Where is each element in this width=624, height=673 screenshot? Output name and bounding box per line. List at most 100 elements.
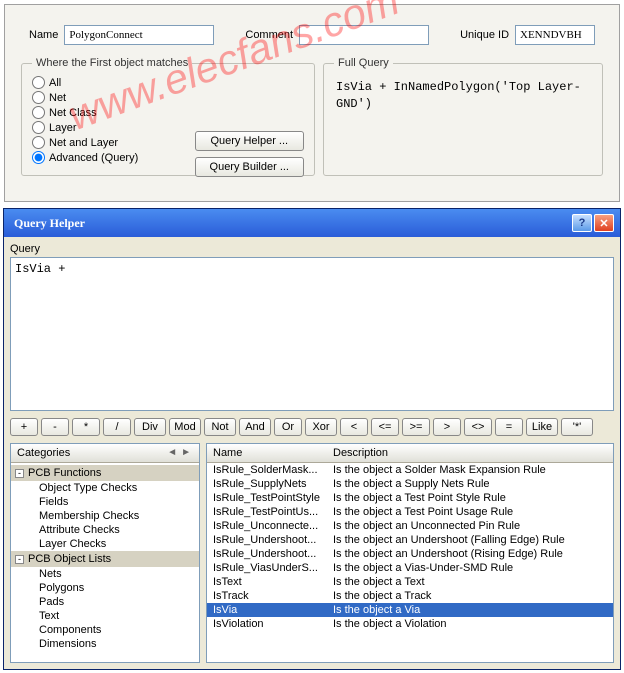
op-button-[interactable]: < [340, 418, 368, 436]
categories-pane: Categories ◄ ► -PCB FunctionsObject Type… [10, 443, 200, 663]
table-row[interactable]: IsRule_ViasUnderS...Is the object a Vias… [207, 561, 613, 575]
cell-desc: Is the object a Via [333, 604, 607, 616]
op-button-[interactable]: + [10, 418, 38, 436]
cell-name: IsRule_ViasUnderS... [213, 562, 333, 574]
dialog-title: Query Helper [14, 216, 85, 231]
tree-group-label: PCB Functions [28, 467, 101, 479]
tree-item[interactable]: Text [11, 609, 199, 623]
query-label: Query [10, 243, 614, 255]
tree-item[interactable]: Components [11, 623, 199, 637]
full-query-legend: Full Query [334, 57, 393, 69]
tree-item[interactable]: Pads [11, 595, 199, 609]
cell-name: IsRule_Undershoot... [213, 534, 333, 546]
table-row[interactable]: IsViolationIs the object a Violation [207, 617, 613, 631]
close-icon[interactable]: ✕ [594, 214, 614, 232]
cell-desc: Is the object a Track [333, 590, 607, 602]
op-button-[interactable]: <> [464, 418, 492, 436]
op-button-[interactable]: = [495, 418, 523, 436]
cell-name: IsRule_Undershoot... [213, 548, 333, 560]
categories-header: Categories [17, 447, 70, 459]
scroll-left-icon[interactable]: ◄ [165, 447, 179, 459]
cell-desc: Is the object a Solder Mask Expansion Ru… [333, 464, 607, 476]
collapse-icon[interactable]: - [15, 469, 24, 478]
op-button-[interactable]: >= [402, 418, 430, 436]
cell-desc: Is the object a Violation [333, 618, 607, 630]
cell-name: IsRule_SupplyNets [213, 478, 333, 490]
table-row[interactable]: IsRule_Unconnecte...Is the object an Unc… [207, 519, 613, 533]
query-textarea[interactable] [10, 257, 614, 411]
radio-netclass[interactable] [32, 106, 45, 119]
scroll-right-icon[interactable]: ► [179, 447, 193, 459]
comment-input[interactable] [299, 25, 429, 45]
query-helper-button[interactable]: Query Helper ... [195, 131, 304, 151]
cell-desc: Is the object an Undershoot (Falling Edg… [333, 534, 607, 546]
radio-netlayer[interactable] [32, 136, 45, 149]
tree-item[interactable]: Polygons [11, 581, 199, 595]
op-button-[interactable]: - [41, 418, 69, 436]
op-button-Like[interactable]: Like [526, 418, 558, 436]
cell-desc: Is the object an Unconnected Pin Rule [333, 520, 607, 532]
unique-id-label: Unique ID [460, 29, 509, 41]
table-row[interactable]: IsRule_SolderMask...Is the object a Sold… [207, 463, 613, 477]
cell-name: IsText [213, 576, 333, 588]
op-button-Xor[interactable]: Xor [305, 418, 337, 436]
cell-name: IsTrack [213, 590, 333, 602]
collapse-icon[interactable]: - [15, 555, 24, 564]
cell-desc: Is the object a Supply Nets Rule [333, 478, 607, 490]
cell-name: IsRule_TestPointUs... [213, 506, 333, 518]
op-button-And[interactable]: And [239, 418, 271, 436]
cell-desc: Is the object an Undershoot (Rising Edge… [333, 548, 607, 560]
radio-advanced[interactable] [32, 151, 45, 164]
match-fieldset: Where the First object matches All Net N… [21, 57, 315, 176]
op-button-[interactable]: / [103, 418, 131, 436]
table-row[interactable]: IsTrackIs the object a Track [207, 589, 613, 603]
table-row[interactable]: IsViaIs the object a Via [207, 603, 613, 617]
help-icon[interactable]: ? [572, 214, 592, 232]
op-button-[interactable]: <= [371, 418, 399, 436]
table-row[interactable]: IsRule_Undershoot...Is the object an Und… [207, 533, 613, 547]
unique-id-input[interactable] [515, 25, 595, 45]
table-row[interactable]: IsRule_TestPointStyleIs the object a Tes… [207, 491, 613, 505]
tree-group[interactable]: -PCB Object Lists [11, 551, 199, 567]
radio-layer[interactable] [32, 121, 45, 134]
table-row[interactable]: IsTextIs the object a Text [207, 575, 613, 589]
op-button-Or[interactable]: Or [274, 418, 302, 436]
description-column-header[interactable]: Description [333, 447, 388, 459]
radio-all[interactable] [32, 76, 45, 89]
radio-net[interactable] [32, 91, 45, 104]
cell-desc: Is the object a Text [333, 576, 607, 588]
cell-desc: Is the object a Test Point Usage Rule [333, 506, 607, 518]
query-builder-button[interactable]: Query Builder ... [195, 157, 304, 177]
comment-label: Comment [245, 29, 293, 41]
table-row[interactable]: IsRule_TestPointUs...Is the object a Tes… [207, 505, 613, 519]
tree-item[interactable]: Dimensions [11, 637, 199, 651]
cell-name: IsRule_TestPointStyle [213, 492, 333, 504]
tree-item[interactable]: Attribute Checks [11, 523, 199, 537]
query-helper-dialog: Query Helper ? ✕ Query +-*/DivModNotAndO… [3, 208, 621, 670]
tree-group[interactable]: -PCB Functions [11, 465, 199, 481]
op-button-[interactable]: '*' [561, 418, 593, 436]
cell-name: IsRule_SolderMask... [213, 464, 333, 476]
tree-item[interactable]: Layer Checks [11, 537, 199, 551]
tree-item[interactable]: Membership Checks [11, 509, 199, 523]
name-input[interactable] [64, 25, 214, 45]
cell-name: IsVia [213, 604, 333, 616]
table-pane: Name Description IsRule_SolderMask...Is … [206, 443, 614, 663]
table-row[interactable]: IsRule_Undershoot...Is the object an Und… [207, 547, 613, 561]
tree-item[interactable]: Fields [11, 495, 199, 509]
tree-item[interactable]: Object Type Checks [11, 481, 199, 495]
dialog-titlebar[interactable]: Query Helper ? ✕ [4, 209, 620, 237]
name-column-header[interactable]: Name [213, 447, 333, 459]
table-row[interactable]: IsRule_SupplyNetsIs the object a Supply … [207, 477, 613, 491]
match-legend: Where the First object matches [32, 57, 192, 69]
tree-group-label: PCB Object Lists [28, 553, 111, 565]
cell-name: IsRule_Unconnecte... [213, 520, 333, 532]
tree-item[interactable]: Nets [11, 567, 199, 581]
op-button-[interactable]: * [72, 418, 100, 436]
full-query-fieldset: Full Query IsVia + InNamedPolygon('Top L… [323, 57, 603, 176]
op-button-Div[interactable]: Div [134, 418, 166, 436]
op-button-[interactable]: > [433, 418, 461, 436]
full-query-text: IsVia + InNamedPolygon('Top Layer-GND') [334, 75, 592, 117]
op-button-Not[interactable]: Not [204, 418, 236, 436]
op-button-Mod[interactable]: Mod [169, 418, 201, 436]
